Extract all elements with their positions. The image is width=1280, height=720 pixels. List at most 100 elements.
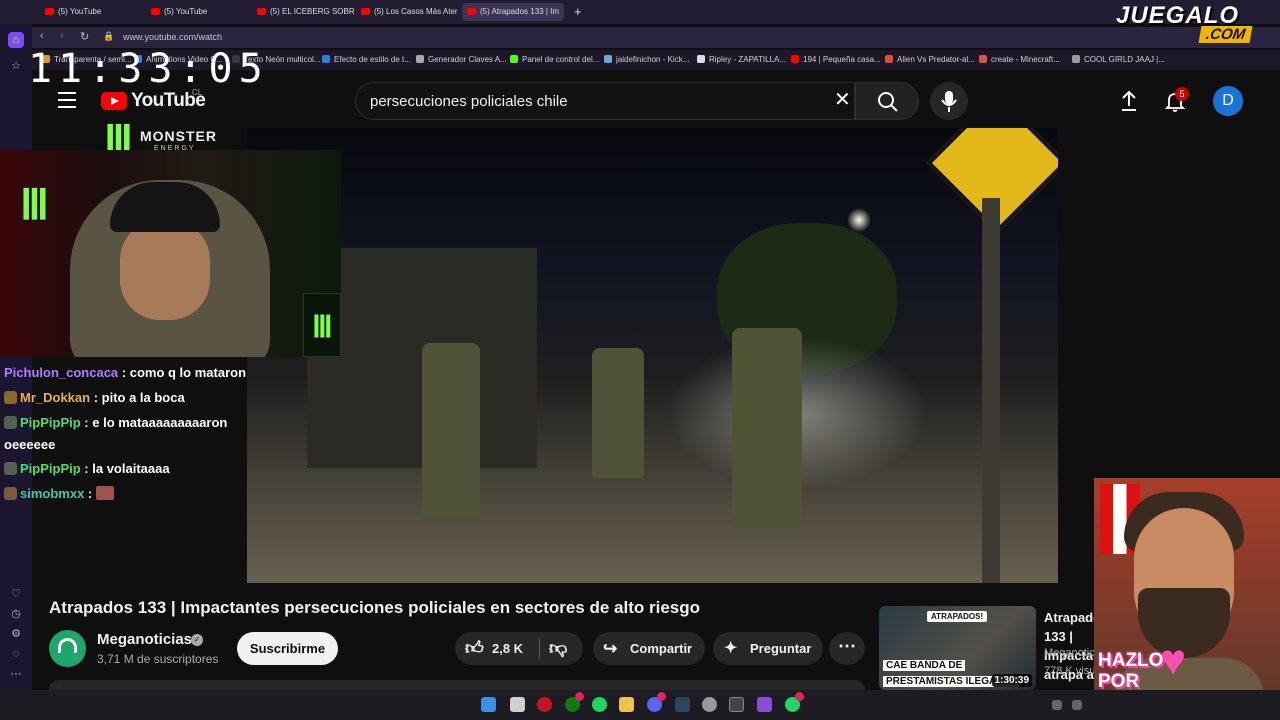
spotify-icon[interactable] <box>592 697 607 712</box>
chat-text: como q lo mataron <box>129 365 247 380</box>
thumbs-down-icon[interactable]: 👎︎ <box>549 632 567 665</box>
bookmark-favicon-icon <box>979 55 987 63</box>
chat-username: PipPipPip <box>20 461 81 476</box>
chat-text: la volaitaaaa <box>92 461 170 476</box>
chat-separator: : <box>90 390 102 405</box>
more-actions-button[interactable]: ⋯ <box>829 632 865 665</box>
chat-separator: : <box>80 415 93 430</box>
chat-separator: : <box>118 365 130 380</box>
related-video-thumbnail[interactable]: ATRAPADOS! CAE BANDA DE PRESTAMISTAS ILE… <box>879 606 1036 690</box>
bookmark-item[interactable]: jaidefinichon - Kick... <box>604 55 689 64</box>
related-video-channel: Meganoticias <box>1044 647 1094 659</box>
search-query[interactable]: persecuciones policiales chile <box>370 93 568 110</box>
bookmark-label: Generador Claves A... <box>428 55 507 64</box>
monster-claw-icon: Ⅲ <box>20 181 49 228</box>
steam-icon[interactable] <box>675 697 690 712</box>
upload-icon[interactable] <box>1119 90 1139 112</box>
bookmark-favicon-icon <box>885 55 893 63</box>
like-count[interactable]: 2,8 K <box>492 632 523 665</box>
tab-label: (5) YouTube <box>164 7 208 16</box>
chat-badge-icon <box>4 487 17 500</box>
account-avatar[interactable]: D <box>1213 86 1243 116</box>
reload-icon[interactable]: ↻ <box>80 30 89 43</box>
like-dislike-group: 👍︎ 2,8 K 👎︎ <box>455 632 583 665</box>
windows-start-icon[interactable] <box>481 697 496 712</box>
bookmark-item[interactable]: Panel de control del... <box>510 55 599 64</box>
webcam-feed: Ⅲ Ⅲ <box>0 150 341 357</box>
thumbnail-caption: CAE BANDA DE <box>883 660 966 671</box>
chat-username: simobmxx <box>20 486 85 501</box>
share-label: Compartir <box>630 641 693 656</box>
back-arrow-icon[interactable]: ‹ <box>40 30 44 42</box>
tray-icon[interactable] <box>1072 700 1082 710</box>
browser-tab[interactable]: (5) YouTube <box>146 3 248 21</box>
bookmark-item[interactable]: Efecto de estilo de t... <box>322 55 411 64</box>
channel-name[interactable]: Meganoticias <box>97 631 192 648</box>
ask-button[interactable]: ✦ Preguntar <box>713 632 823 665</box>
chat-text: e lo mataaaaaaaaaron <box>92 415 228 430</box>
video-player[interactable] <box>247 128 1058 583</box>
youtube-favicon-icon <box>361 8 370 15</box>
clear-search-icon[interactable]: ✕ <box>834 90 851 110</box>
chat-badge-icon <box>4 416 17 429</box>
new-tab-plus-icon[interactable]: + <box>574 4 582 19</box>
heart-icon[interactable]: ♡ <box>8 586 24 602</box>
youtube-favicon-icon <box>45 8 54 15</box>
youtube-favicon-icon <box>257 8 266 15</box>
ask-label: Preguntar <box>750 641 812 656</box>
bookmark-favicon-icon <box>604 55 612 63</box>
settings-icon[interactable]: ⚙ <box>8 626 24 642</box>
obs-icon[interactable] <box>729 697 744 712</box>
channel-avatar[interactable] <box>49 630 86 667</box>
pinboard-icon[interactable]: ☆ <box>8 58 24 74</box>
bookmark-item[interactable]: Generador Claves A... <box>416 55 507 64</box>
forward-arrow-icon[interactable]: › <box>60 30 64 42</box>
hamburger-menu-icon[interactable] <box>58 92 76 108</box>
tray-icon[interactable] <box>1052 700 1062 710</box>
lightbulb-icon[interactable]: ◌ <box>8 646 24 662</box>
bookmark-item[interactable]: create - Minecraft... <box>979 55 1060 64</box>
browser-tab-active[interactable]: (5) Atrapados 133 | Im <box>462 3 564 21</box>
bookmark-item[interactable]: COOL GIRLD JAAJ |... <box>1072 55 1165 64</box>
subscriber-count: 3,71 M de suscriptores <box>97 652 219 666</box>
url-field[interactable]: www.youtube.com/watch <box>123 32 222 42</box>
lock-icon: 🔒 <box>103 31 115 41</box>
chat-separator: : <box>80 461 93 476</box>
ripley-favicon-icon <box>697 55 705 63</box>
home-icon[interactable]: ⌂ <box>8 32 24 48</box>
streamer-face <box>120 220 210 320</box>
voice-search-button[interactable] <box>930 82 968 120</box>
browser-tab[interactable]: (5) EL ICEBERG SOBRE CH <box>252 3 354 21</box>
bookmark-item[interactable]: 194 | Pequeña casa... <box>791 55 881 64</box>
like-divider <box>539 638 540 659</box>
notification-count-badge: 5 <box>1175 87 1189 101</box>
chat-username: Mr_Dokkan <box>20 390 91 405</box>
thumbs-up-icon[interactable]: 👍︎ <box>465 632 484 665</box>
bookmark-item[interactable]: Alien Vs Predator-al... <box>885 55 975 64</box>
bookmark-item[interactable]: Ripley - ZAPATILLA... <box>697 55 786 64</box>
bookmark-label: Alien Vs Predator-al... <box>897 55 975 64</box>
sparkle-icon: ✦ <box>724 640 738 657</box>
share-button[interactable]: ↪ Compartir <box>593 632 705 665</box>
file-explorer-icon[interactable] <box>619 697 634 712</box>
tab-label: (5) EL ICEBERG SOBRE CH <box>270 7 354 16</box>
video-scene-streetlight <box>847 208 871 232</box>
app-icon[interactable] <box>757 697 772 712</box>
more-dots-icon[interactable]: ⋯ <box>8 666 24 682</box>
bookmark-favicon-icon <box>322 55 330 63</box>
bookmark-favicon-icon <box>1072 55 1080 63</box>
windows-taskbar <box>0 690 1280 720</box>
app-icon[interactable] <box>702 697 717 712</box>
bookmark-favicon-icon <box>416 55 424 63</box>
chat-username: PipPipPip <box>20 415 81 430</box>
subscribe-button[interactable]: Suscribirme <box>237 632 338 665</box>
bookmark-label: 194 | Pequeña casa... <box>803 55 881 64</box>
opera-taskbar-icon[interactable] <box>537 697 552 712</box>
youtube-logo-icon[interactable] <box>101 92 127 110</box>
task-view-icon[interactable] <box>510 697 525 712</box>
search-button[interactable] <box>855 82 919 120</box>
browser-tab[interactable]: (5) YouTube <box>40 3 142 21</box>
history-icon[interactable]: ◷ <box>8 606 24 622</box>
bookmark-label: Ripley - ZAPATILLA... <box>709 55 787 64</box>
browser-tab[interactable]: (5) Los Casos Más Aterrad <box>356 3 458 21</box>
